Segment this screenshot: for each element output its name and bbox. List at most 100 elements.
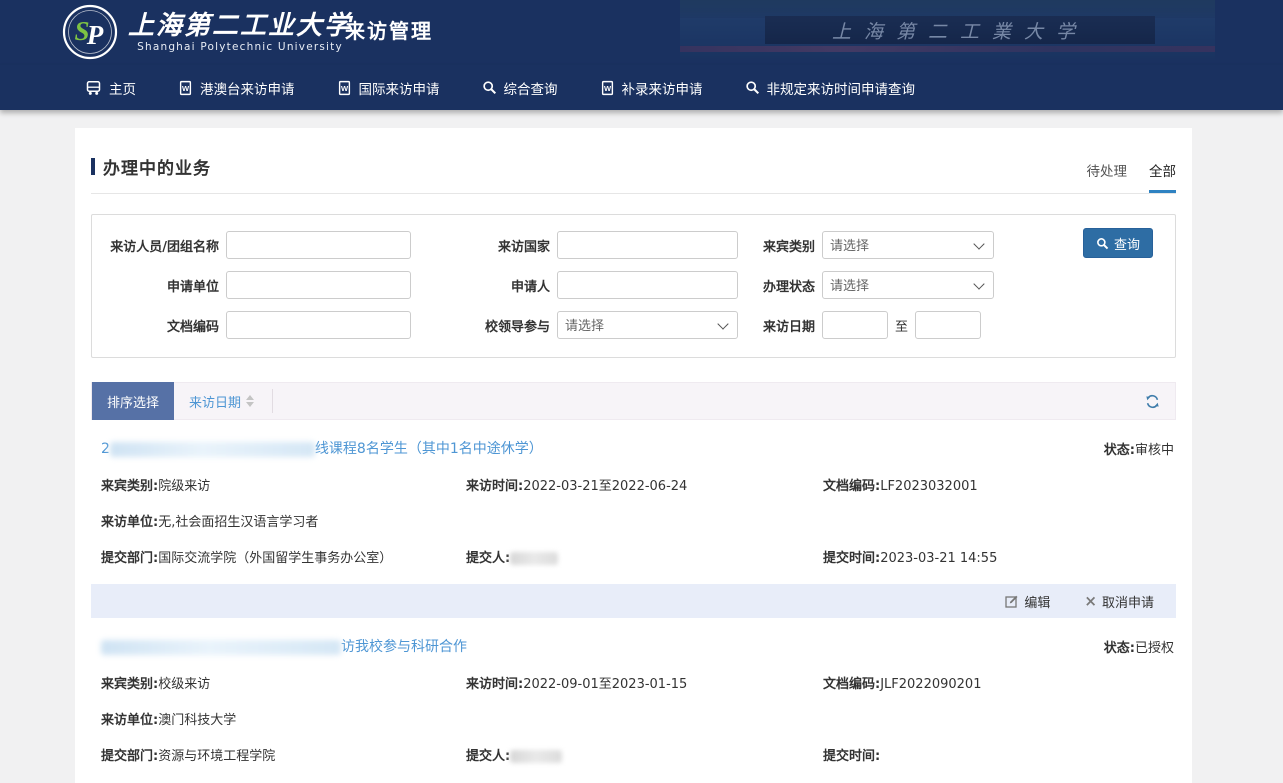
status-tabs: 待处理 全部 xyxy=(1087,160,1177,193)
apply-unit-label: 申请单位 xyxy=(98,276,226,295)
redacted-submitter-name xyxy=(510,552,558,565)
record-status: 状态:已授权 xyxy=(1104,637,1174,656)
process-status-select[interactable]: 请选择 xyxy=(822,271,994,299)
svg-text:W: W xyxy=(182,84,190,93)
visit-record-1: 2线课程8名学生（其中1名中途休学） 状态:审核中 来宾类别:院级来访 来访时间… xyxy=(91,438,1176,566)
search-form: 来访人员/团组名称 来访国家 来宾类别 请选择 申请单位 xyxy=(91,214,1176,358)
edit-icon xyxy=(1005,594,1019,608)
visit-unit-value: 无,社会面招生汉语言学习者 xyxy=(158,515,318,530)
search-icon xyxy=(1096,237,1109,250)
svg-text:W: W xyxy=(340,84,348,93)
visit-time-value: 2022-09-01至2023-01-15 xyxy=(523,677,687,692)
nav-item-international-visit[interactable]: W 国际来访申请 xyxy=(337,78,440,98)
doc-code-input[interactable] xyxy=(226,311,411,339)
record-title-link[interactable]: 访我校参与科研合作 xyxy=(101,636,467,656)
nav-item-home[interactable]: 主页 xyxy=(85,78,136,98)
nav-label: 国际来访申请 xyxy=(359,78,440,98)
record-title-link[interactable]: 2线课程8名学生（其中1名中途休学） xyxy=(101,438,543,458)
apply-unit-input[interactable] xyxy=(226,271,411,299)
redacted-title-segment xyxy=(110,442,315,457)
visit-date-to-input[interactable] xyxy=(915,311,981,339)
sort-select-button[interactable]: 排序选择 xyxy=(92,382,174,420)
record-status: 状态:审核中 xyxy=(1104,439,1174,458)
record-detail-row: 提交部门:资源与环境工程学院 提交人: 提交时间: xyxy=(101,745,1174,764)
nav-label: 补录来访申请 xyxy=(622,78,703,98)
visit-date-label: 来访日期 xyxy=(750,316,822,335)
submit-dept-value: 国际交流学院（外国留学生事务办公室） xyxy=(158,551,392,566)
nav-item-hk-macao-taiwan-visit[interactable]: W 港澳台来访申请 xyxy=(178,78,295,98)
guest-category-value: 校级来访 xyxy=(158,677,210,692)
doc-w-icon: W xyxy=(337,80,352,96)
sort-arrows-icon xyxy=(246,395,254,407)
visit-date-from-input[interactable] xyxy=(822,311,888,339)
university-sp-logo: S P xyxy=(62,4,118,60)
leader-join-label: 校领导参与 xyxy=(445,316,557,335)
university-name-en: Shanghai Polytechnic University xyxy=(128,41,352,53)
nav-label: 港澳台来访申请 xyxy=(200,78,295,98)
main-content-card: 办理中的业务 待处理 全部 来访人员/团组名称 来访国家 来宾类别 请选择 xyxy=(75,128,1192,783)
section-title: 办理中的业务 xyxy=(103,154,211,179)
banner-tint xyxy=(680,0,1215,60)
submit-time-value: 2023-03-21 14:55 xyxy=(880,551,997,566)
university-name-cn: 上海第二工业大学 xyxy=(128,12,352,40)
refresh-button[interactable] xyxy=(1144,393,1161,410)
process-status-select-wrap: 请选择 xyxy=(822,271,994,299)
date-range-separator: 至 xyxy=(895,316,908,335)
nav-label: 非规定来访时间申请查询 xyxy=(767,78,916,98)
applicant-label: 申请人 xyxy=(445,276,557,295)
doc-code-value: LF2023032001 xyxy=(880,479,977,494)
guest-category-select-wrap: 请选择 xyxy=(822,231,994,259)
record-detail-row: 来访单位:澳门科技大学 xyxy=(101,709,1174,728)
redacted-submitter-name xyxy=(510,750,562,763)
main-navbar: 主页 W 港澳台来访申请 W 国际来访申请 综合查询 W 补录来访申请 xyxy=(0,65,1283,110)
search-icon xyxy=(745,80,760,95)
doc-code-label: 文档编码 xyxy=(98,316,226,335)
record-detail-row: 提交部门:国际交流学院（外国留学生事务办公室） 提交人: 提交时间:2023-0… xyxy=(101,547,1174,566)
svg-text:P: P xyxy=(86,20,104,50)
sort-by-visit-date[interactable]: 来访日期 xyxy=(189,392,254,411)
bus-icon xyxy=(85,80,102,96)
nav-label: 综合查询 xyxy=(504,78,558,98)
cancel-application-button[interactable]: × 取消申请 xyxy=(1084,592,1154,611)
redacted-title-segment xyxy=(101,640,341,655)
visit-country-input[interactable] xyxy=(557,231,738,259)
page-title: 来访管理 xyxy=(345,15,433,44)
sort-bar: 排序选择 来访日期 xyxy=(91,382,1176,420)
visit-unit-value: 澳门科技大学 xyxy=(158,713,236,728)
tab-all[interactable]: 全部 xyxy=(1149,160,1176,193)
record-detail-row: 来宾类别:校级来访 来访时间:2022-09-01至2023-01-15 文档编… xyxy=(101,673,1174,692)
tab-pending[interactable]: 待处理 xyxy=(1087,160,1128,193)
leader-join-select-wrap: 请选择 xyxy=(557,311,738,339)
nav-item-supplementary-visit[interactable]: W 补录来访申请 xyxy=(600,78,703,98)
nav-item-comprehensive-query[interactable]: 综合查询 xyxy=(482,78,558,98)
edit-button[interactable]: 编辑 xyxy=(1005,592,1050,611)
visit-record-2: 访我校参与科研合作 状态:已授权 来宾类别:校级来访 来访时间:2022-09-… xyxy=(91,636,1176,764)
guest-category-select[interactable]: 请选择 xyxy=(822,231,994,259)
applicant-input[interactable] xyxy=(557,271,738,299)
cancel-x-icon: × xyxy=(1084,594,1097,609)
doc-code-value: JLF2022090201 xyxy=(880,677,981,692)
campus-banner-photo: 上海第二工業大学 xyxy=(680,0,1215,60)
nav-label: 主页 xyxy=(109,78,136,98)
search-icon xyxy=(482,80,497,95)
guest-category-value: 院级来访 xyxy=(158,479,210,494)
leader-join-select[interactable]: 请选择 xyxy=(557,311,738,339)
record-detail-row: 来宾类别:院级来访 来访时间:2022-03-21至2022-06-24 文档编… xyxy=(101,475,1174,494)
section-header: 办理中的业务 待处理 全部 xyxy=(91,138,1176,194)
visitor-name-label: 来访人员/团组名称 xyxy=(98,236,226,255)
title-accent-bar xyxy=(91,158,95,175)
visitor-name-input[interactable] xyxy=(226,231,411,259)
visit-time-value: 2022-03-21至2022-06-24 xyxy=(523,479,687,494)
university-brand: S P 上海第二工业大学 Shanghai Polytechnic Univer… xyxy=(62,4,352,60)
submit-dept-value: 资源与环境工程学院 xyxy=(158,749,275,764)
record-detail-row: 来访单位:无,社会面招生汉语言学习者 xyxy=(101,511,1174,530)
svg-text:W: W xyxy=(603,84,611,93)
doc-w-icon: W xyxy=(178,80,193,96)
doc-w-icon: W xyxy=(600,80,615,96)
query-button[interactable]: 查询 xyxy=(1083,228,1153,258)
refresh-icon xyxy=(1144,393,1161,410)
nav-item-nonstandard-time-query[interactable]: 非规定来访时间申请查询 xyxy=(745,78,916,98)
record-action-bar: 编辑 × 取消申请 xyxy=(91,584,1176,618)
guest-category-label: 来宾类别 xyxy=(750,236,822,255)
app-header: S P 上海第二工业大学 Shanghai Polytechnic Univer… xyxy=(0,0,1283,65)
